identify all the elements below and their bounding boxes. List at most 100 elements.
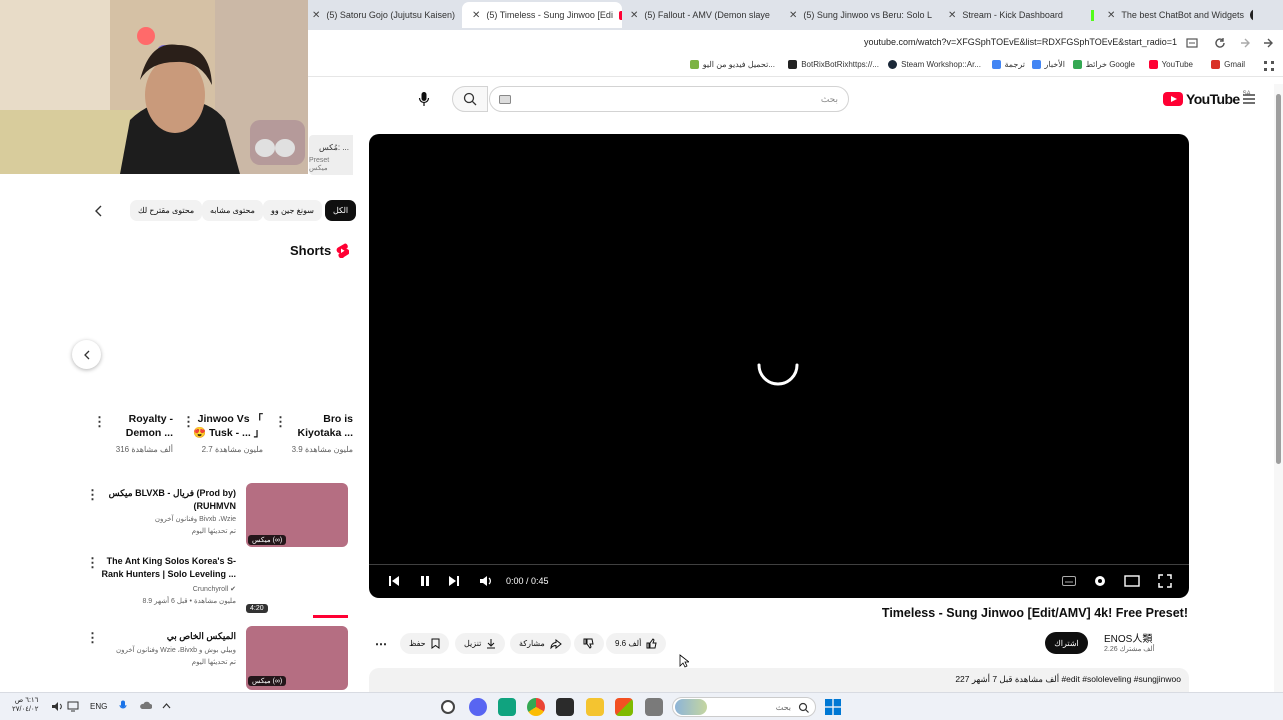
video-meta: Crunchyroll ✔ bbox=[192, 586, 236, 593]
share-button[interactable]: مشاركة bbox=[510, 633, 571, 654]
subtitles-icon[interactable] bbox=[1062, 575, 1076, 587]
network-icon[interactable] bbox=[67, 701, 79, 712]
more-options-icon[interactable]: ⋮ bbox=[86, 631, 99, 644]
github-icon bbox=[1249, 9, 1253, 21]
bookmark-botrix[interactable]: BotRixBotRixhttps://... bbox=[788, 60, 879, 69]
bookmark-label: BotRixBotRixhttps://... bbox=[801, 60, 879, 69]
search-input[interactable]: بحث bbox=[489, 86, 849, 112]
settings-gear-icon[interactable] bbox=[1093, 574, 1107, 588]
like-button[interactable]: 9.6 ألف bbox=[606, 633, 667, 654]
chevron-left-icon[interactable] bbox=[94, 205, 104, 217]
browser-tab[interactable]: ✕ (5) Fallout - AMV (Demon slaye bbox=[630, 2, 775, 28]
save-label: حفظ bbox=[409, 639, 426, 648]
download-button[interactable]: تنزيل bbox=[455, 633, 506, 654]
volume-icon[interactable] bbox=[479, 575, 492, 587]
close-tab-icon[interactable]: ✕ bbox=[948, 10, 956, 21]
previous-icon[interactable] bbox=[388, 575, 400, 587]
close-tab-icon[interactable]: ✕ bbox=[1107, 10, 1115, 21]
clock[interactable]: ٦:١٦ ص ٢٧/٠٤/٠٢ bbox=[12, 696, 38, 714]
more-options-icon[interactable]: ⋮ bbox=[182, 415, 195, 428]
channel-name[interactable]: ENOS人類 bbox=[1104, 630, 1152, 645]
fullscreen-icon[interactable] bbox=[1158, 574, 1172, 588]
pause-icon[interactable] bbox=[419, 575, 431, 587]
page-scrollbar[interactable] bbox=[1274, 84, 1283, 692]
video-player[interactable]: 0:00 / 0:45 bbox=[369, 134, 1189, 598]
maps-icon bbox=[1072, 60, 1082, 69]
reload-icon[interactable] bbox=[1214, 37, 1226, 49]
more-actions-button[interactable]: ⋯ bbox=[369, 633, 393, 654]
more-options-icon[interactable]: ⋮ bbox=[274, 415, 287, 428]
bookmark-downloader[interactable]: تحميل فيديو من اليو... bbox=[689, 60, 775, 69]
more-options-icon[interactable]: ⋮ bbox=[86, 488, 99, 501]
microphone-icon[interactable] bbox=[119, 700, 127, 712]
youtube-logo[interactable]: YouTube SA bbox=[1163, 91, 1251, 107]
close-tab-icon[interactable]: ✕ bbox=[789, 10, 797, 21]
chip-all[interactable]: الكل bbox=[325, 200, 357, 221]
more-options-icon[interactable]: ⋮ bbox=[86, 556, 99, 569]
short-title[interactable]: Jinwoo Vs 「 😍 Tusk - ... 」 bbox=[193, 412, 264, 440]
keyboard-icon[interactable] bbox=[499, 95, 511, 104]
browser-tab[interactable]: ✕ The best ChatBot and Widgets bbox=[1107, 2, 1253, 28]
bookmark-gmail[interactable]: Gmail bbox=[1211, 60, 1245, 69]
video-title[interactable]: ميكس BLVXB - فريال (Prod by) (RUHMVN bbox=[100, 487, 236, 513]
video-title: Timeless - Sung Jinwoo [Edit/AMV] 4k! Fr… bbox=[881, 606, 1188, 620]
bookmark-label: Steam Workshop::Ar... bbox=[901, 60, 981, 69]
taskbar-search-box[interactable]: بحث bbox=[672, 697, 816, 717]
stream-app-icon[interactable] bbox=[556, 698, 574, 716]
back-icon[interactable] bbox=[1262, 37, 1274, 49]
chrome-app-icon[interactable] bbox=[527, 698, 545, 716]
discord-app-icon[interactable] bbox=[469, 698, 487, 716]
browser-tab[interactable]: ✕ (5) Satoru Gojo (Jujutsu Kaisen) bbox=[312, 2, 460, 28]
theater-mode-icon[interactable] bbox=[1124, 575, 1140, 587]
bookmark-maps[interactable]: خرائط Google bbox=[1072, 60, 1135, 69]
short-title[interactable]: Bro is Kiyotaka ... bbox=[288, 412, 353, 440]
forward-icon[interactable] bbox=[1239, 37, 1251, 49]
scrollbar-thumb[interactable] bbox=[1276, 94, 1281, 464]
video-title[interactable]: The Ant King Solos Korea's S-Rank Hunter… bbox=[98, 555, 236, 581]
time-display: 0:00 / 0:45 bbox=[506, 576, 549, 586]
close-tab-icon[interactable]: ✕ bbox=[630, 10, 638, 21]
browser-tab[interactable]: ✕ Stream - Kick Dashboard K bbox=[948, 2, 1094, 28]
bookmark-steam[interactable]: Steam Workshop::Ar... bbox=[888, 60, 981, 69]
close-tab-icon[interactable]: ✕ bbox=[312, 10, 320, 21]
url-field[interactable]: youtube.com/watch?v=XFGSphTOEvE&list=RDX… bbox=[864, 37, 1177, 47]
next-icon[interactable] bbox=[448, 575, 460, 587]
close-tab-icon[interactable]: ✕ bbox=[472, 10, 480, 21]
video-title[interactable]: الميكس الخاص بي bbox=[100, 630, 236, 643]
bookmark-youtube[interactable]: YouTube bbox=[1148, 60, 1193, 69]
progress-bar[interactable] bbox=[369, 564, 1189, 565]
video-thumbnail[interactable]: ميكس (∞) bbox=[246, 483, 348, 547]
save-button[interactable]: حفظ bbox=[400, 633, 449, 654]
dislike-button[interactable] bbox=[574, 633, 604, 654]
cast-icon[interactable] bbox=[1186, 37, 1198, 49]
description-box[interactable]: 227 ألف مشاهدة قبل 7 أشهر #edit #sololev… bbox=[369, 668, 1189, 692]
microphone-icon[interactable] bbox=[418, 91, 430, 107]
chevron-up-icon[interactable] bbox=[162, 702, 171, 709]
chip-sung-jinwoo[interactable]: سونغ جين وو bbox=[263, 200, 322, 221]
onedrive-cloud-icon[interactable] bbox=[139, 701, 152, 710]
search-placeholder: بحث bbox=[820, 94, 838, 104]
language-indicator[interactable]: ENG bbox=[90, 702, 107, 711]
bookmark-news[interactable]: الأخبار bbox=[1031, 60, 1065, 69]
microsoft-store-icon[interactable] bbox=[615, 698, 633, 716]
chatgpt-app-icon[interactable] bbox=[498, 698, 516, 716]
more-options-icon[interactable]: ⋮ bbox=[93, 415, 106, 428]
video-thumbnail[interactable]: 4:20 bbox=[246, 554, 348, 618]
chip-similar[interactable]: محتوى مشابه bbox=[202, 200, 263, 221]
settings-app-icon[interactable] bbox=[441, 700, 455, 714]
file-explorer-icon[interactable] bbox=[586, 698, 604, 716]
video-thumbnail[interactable]: ميكس (∞) bbox=[246, 626, 348, 690]
search-button[interactable] bbox=[452, 86, 488, 112]
browser-tab-active[interactable]: ✕ (5) Timeless - Sung Jinwoo [Edi bbox=[462, 2, 622, 28]
bookmark-translate[interactable]: ترجمة bbox=[991, 60, 1025, 69]
browser-tab[interactable]: ✕ (5) Sung Jinwoo vs Beru: Solo L bbox=[789, 2, 935, 28]
short-title[interactable]: Royalty - Demon ... bbox=[110, 412, 173, 440]
playlist-peek[interactable]: مُكس: ... Preset ميكس bbox=[309, 135, 353, 175]
windows-start-icon[interactable] bbox=[825, 699, 841, 715]
shorts-scroll-left-button[interactable] bbox=[72, 340, 101, 369]
task-view-icon[interactable] bbox=[645, 698, 663, 716]
apps-grid-icon[interactable] bbox=[1264, 61, 1274, 71]
subscribe-button[interactable]: اشتراك bbox=[1045, 632, 1088, 654]
volume-icon[interactable] bbox=[51, 701, 63, 712]
chip-recommended[interactable]: محتوى مقترح لك bbox=[130, 200, 203, 221]
